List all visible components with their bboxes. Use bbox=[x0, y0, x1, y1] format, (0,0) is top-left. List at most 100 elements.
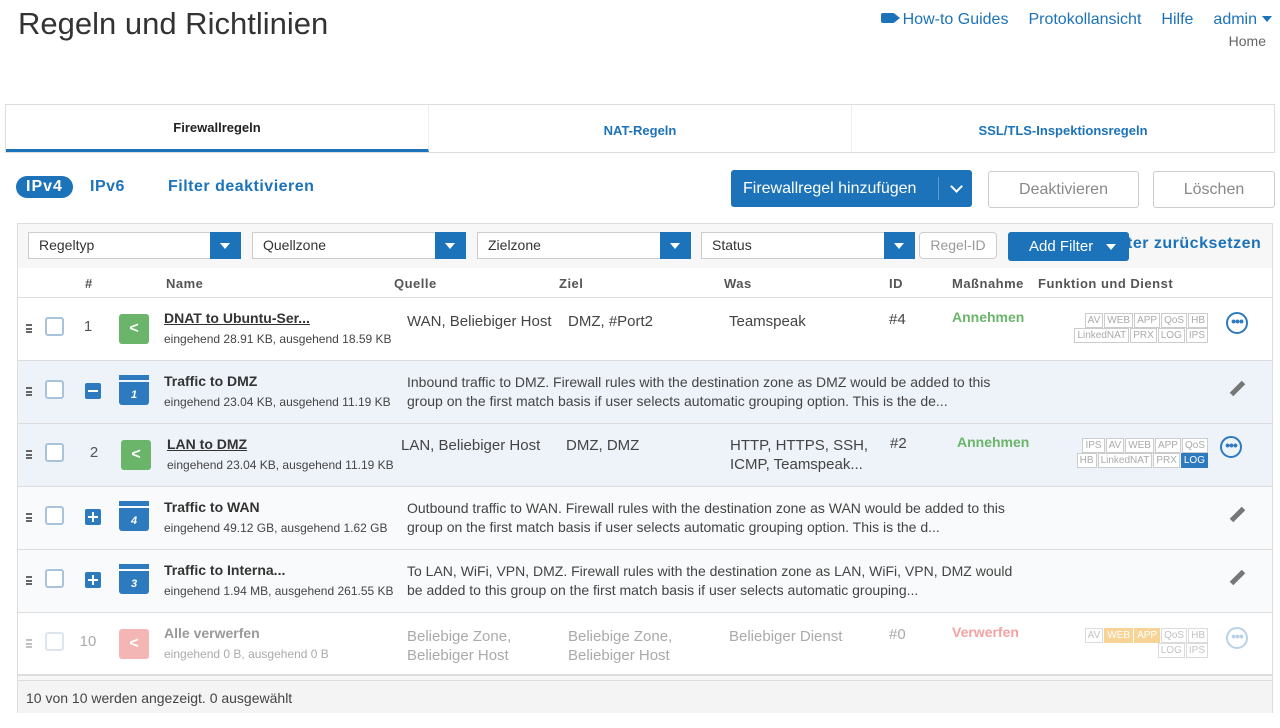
table-footer: 10 von 10 werden angezeigt. 0 ausgewählt bbox=[18, 680, 1272, 713]
delete-button[interactable]: Löschen bbox=[1153, 171, 1275, 208]
badge-app: APP bbox=[1134, 313, 1161, 328]
expand-icon[interactable] bbox=[85, 509, 101, 525]
drag-handle-icon[interactable] bbox=[26, 324, 32, 333]
table-row[interactable]: 1 < DNAT to Ubuntu-Ser... eingehend 28.9… bbox=[18, 298, 1272, 361]
more-options-icon[interactable]: ••• bbox=[1220, 436, 1242, 458]
group-icon: 3 bbox=[119, 564, 149, 594]
more-options-icon[interactable]: ••• bbox=[1226, 627, 1248, 649]
table-row[interactable]: 3 Traffic to Interna... eingehend 1.94 M… bbox=[18, 550, 1272, 613]
group-name: Traffic to WAN bbox=[164, 499, 260, 515]
action-badge: Annehmen bbox=[957, 434, 1030, 450]
share-rule-icon: < bbox=[119, 314, 149, 344]
col-source: Quelle bbox=[394, 276, 437, 291]
tab-ssl-tls-rules[interactable]: SSL/TLS-Inspektionsregeln bbox=[852, 105, 1274, 152]
edit-pencil-icon[interactable] bbox=[1230, 507, 1246, 523]
reset-filter-link[interactable]: ter zurücksetzen bbox=[1127, 235, 1261, 253]
drag-handle-icon[interactable] bbox=[26, 450, 32, 459]
table-row[interactable]: 4 Traffic to WAN eingehend 49.12 GB, aus… bbox=[18, 487, 1272, 550]
caret-down-icon bbox=[1262, 16, 1272, 22]
badge-av: AV bbox=[1105, 438, 1125, 453]
col-what: Was bbox=[724, 276, 752, 291]
badge-web: WEB bbox=[1104, 313, 1134, 328]
drag-handle-icon[interactable] bbox=[26, 639, 32, 648]
table-header: # Name Quelle Ziel Was ID Maßnahme Funkt… bbox=[18, 268, 1272, 298]
top-nav: How-to Guides Protokollansicht Hilfe adm… bbox=[880, 11, 1272, 29]
drag-handle-icon[interactable] bbox=[26, 513, 32, 522]
dropdown-arrow-icon bbox=[210, 232, 241, 259]
badge-linkednat: LinkedNAT bbox=[1097, 453, 1153, 468]
table-row[interactable]: 10 < Alle verwerfen eingehend 0 B, ausge… bbox=[18, 613, 1272, 676]
feature-badges: AV WEB APP QoS HB LinkedNAT PRX LOG IPS bbox=[1028, 313, 1208, 343]
rule-id-input[interactable]: Regel-ID bbox=[919, 232, 997, 259]
badge-web: WEB bbox=[1125, 438, 1154, 453]
badge-qos: QoS bbox=[1161, 628, 1188, 643]
badge-linkednat: LinkedNAT bbox=[1074, 328, 1130, 343]
badge-web: WEB bbox=[1104, 628, 1134, 643]
badge-qos: QoS bbox=[1181, 438, 1208, 453]
badge-log: LOG bbox=[1157, 328, 1185, 343]
action-badge: Annehmen bbox=[952, 309, 1025, 325]
badge-app: APP bbox=[1154, 438, 1181, 453]
badge-log: LOG bbox=[1180, 453, 1208, 468]
table-row[interactable]: 1 Traffic to DMZ eingehend 23.04 KB, aus… bbox=[18, 361, 1272, 424]
more-options-icon[interactable]: ••• bbox=[1226, 312, 1248, 334]
badge-qos: QoS bbox=[1161, 313, 1188, 328]
col-function: Funktion und Dienst bbox=[1038, 276, 1174, 291]
rule-name[interactable]: Alle verwerfen bbox=[164, 625, 260, 641]
tab-nat-rules[interactable]: NAT-Regeln bbox=[429, 105, 852, 152]
row-checkbox[interactable] bbox=[45, 569, 64, 588]
edit-pencil-icon[interactable] bbox=[1230, 570, 1246, 586]
disable-filter-link[interactable]: Filter deaktivieren bbox=[168, 178, 314, 196]
rule-name-link[interactable]: LAN to DMZ bbox=[167, 436, 247, 452]
edit-pencil-icon[interactable] bbox=[1230, 381, 1246, 397]
breadcrumb-home[interactable]: Home bbox=[1229, 33, 1266, 49]
add-filter-button[interactable]: Add Filter bbox=[1008, 232, 1129, 261]
badge-hb: HB bbox=[1188, 628, 1208, 643]
col-num: # bbox=[85, 276, 93, 291]
status-select[interactable]: Status bbox=[701, 232, 915, 259]
feature-badges: IPS AV WEB APP QoS HB LinkedNAT PRX LOG bbox=[1028, 438, 1208, 468]
ruletype-select[interactable]: Regeltyp bbox=[28, 232, 241, 259]
log-view-link[interactable]: Protokollansicht bbox=[1028, 11, 1141, 29]
add-firewall-rule-button[interactable]: Firewallregel hinzufügen bbox=[731, 170, 972, 207]
action-badge: Verwerfen bbox=[952, 624, 1019, 640]
row-checkbox[interactable] bbox=[45, 380, 64, 399]
collapse-icon[interactable] bbox=[85, 383, 101, 399]
chevron-down-icon[interactable] bbox=[950, 180, 963, 193]
help-link[interactable]: Hilfe bbox=[1161, 11, 1193, 29]
dropdown-arrow-icon bbox=[884, 232, 915, 259]
col-name: Name bbox=[166, 276, 204, 291]
video-camera-icon bbox=[880, 13, 900, 23]
badge-ips: IPS bbox=[1185, 328, 1208, 343]
group-icon: 1 bbox=[119, 375, 149, 405]
feature-badges: AV WEB APP QoS HB LOG IPS bbox=[1028, 628, 1208, 658]
col-action: Maßnahme bbox=[952, 276, 1024, 291]
row-checkbox[interactable] bbox=[45, 632, 64, 651]
row-checkbox[interactable] bbox=[45, 443, 64, 462]
drag-handle-icon[interactable] bbox=[26, 576, 32, 585]
ipv4-toggle[interactable]: IPv4 bbox=[16, 176, 73, 198]
group-name: Traffic to Interna... bbox=[164, 562, 286, 578]
rule-name-link[interactable]: DNAT to Ubuntu-Ser... bbox=[164, 310, 310, 326]
group-icon: 4 bbox=[119, 501, 149, 531]
source-zone-select[interactable]: Quellzone bbox=[252, 232, 466, 259]
badge-prx: PRX bbox=[1153, 453, 1180, 468]
expand-icon[interactable] bbox=[85, 572, 101, 588]
tab-firewall-rules[interactable]: Firewallregeln bbox=[6, 105, 429, 152]
deactivate-button[interactable]: Deaktivieren bbox=[988, 171, 1139, 208]
user-menu[interactable]: admin bbox=[1213, 11, 1272, 29]
dropdown-arrow-icon bbox=[435, 232, 466, 259]
badge-prx: PRX bbox=[1130, 328, 1157, 343]
table-row[interactable]: 2 < LAN to DMZ eingehend 23.04 KB, ausge… bbox=[18, 424, 1272, 487]
row-checkbox[interactable] bbox=[45, 317, 64, 336]
badge-av: AV bbox=[1084, 313, 1104, 328]
badge-av: AV bbox=[1084, 628, 1104, 643]
tab-bar: Firewallregeln NAT-Regeln SSL/TLS-Inspek… bbox=[5, 104, 1275, 153]
stop-rule-icon: < bbox=[119, 629, 149, 659]
badge-app: APP bbox=[1134, 628, 1161, 643]
dest-zone-select[interactable]: Zielzone bbox=[477, 232, 691, 259]
how-to-guides-link[interactable]: How-to Guides bbox=[880, 11, 1008, 29]
row-checkbox[interactable] bbox=[45, 506, 64, 525]
drag-handle-icon[interactable] bbox=[26, 387, 32, 396]
ipv6-toggle[interactable]: IPv6 bbox=[90, 178, 125, 196]
